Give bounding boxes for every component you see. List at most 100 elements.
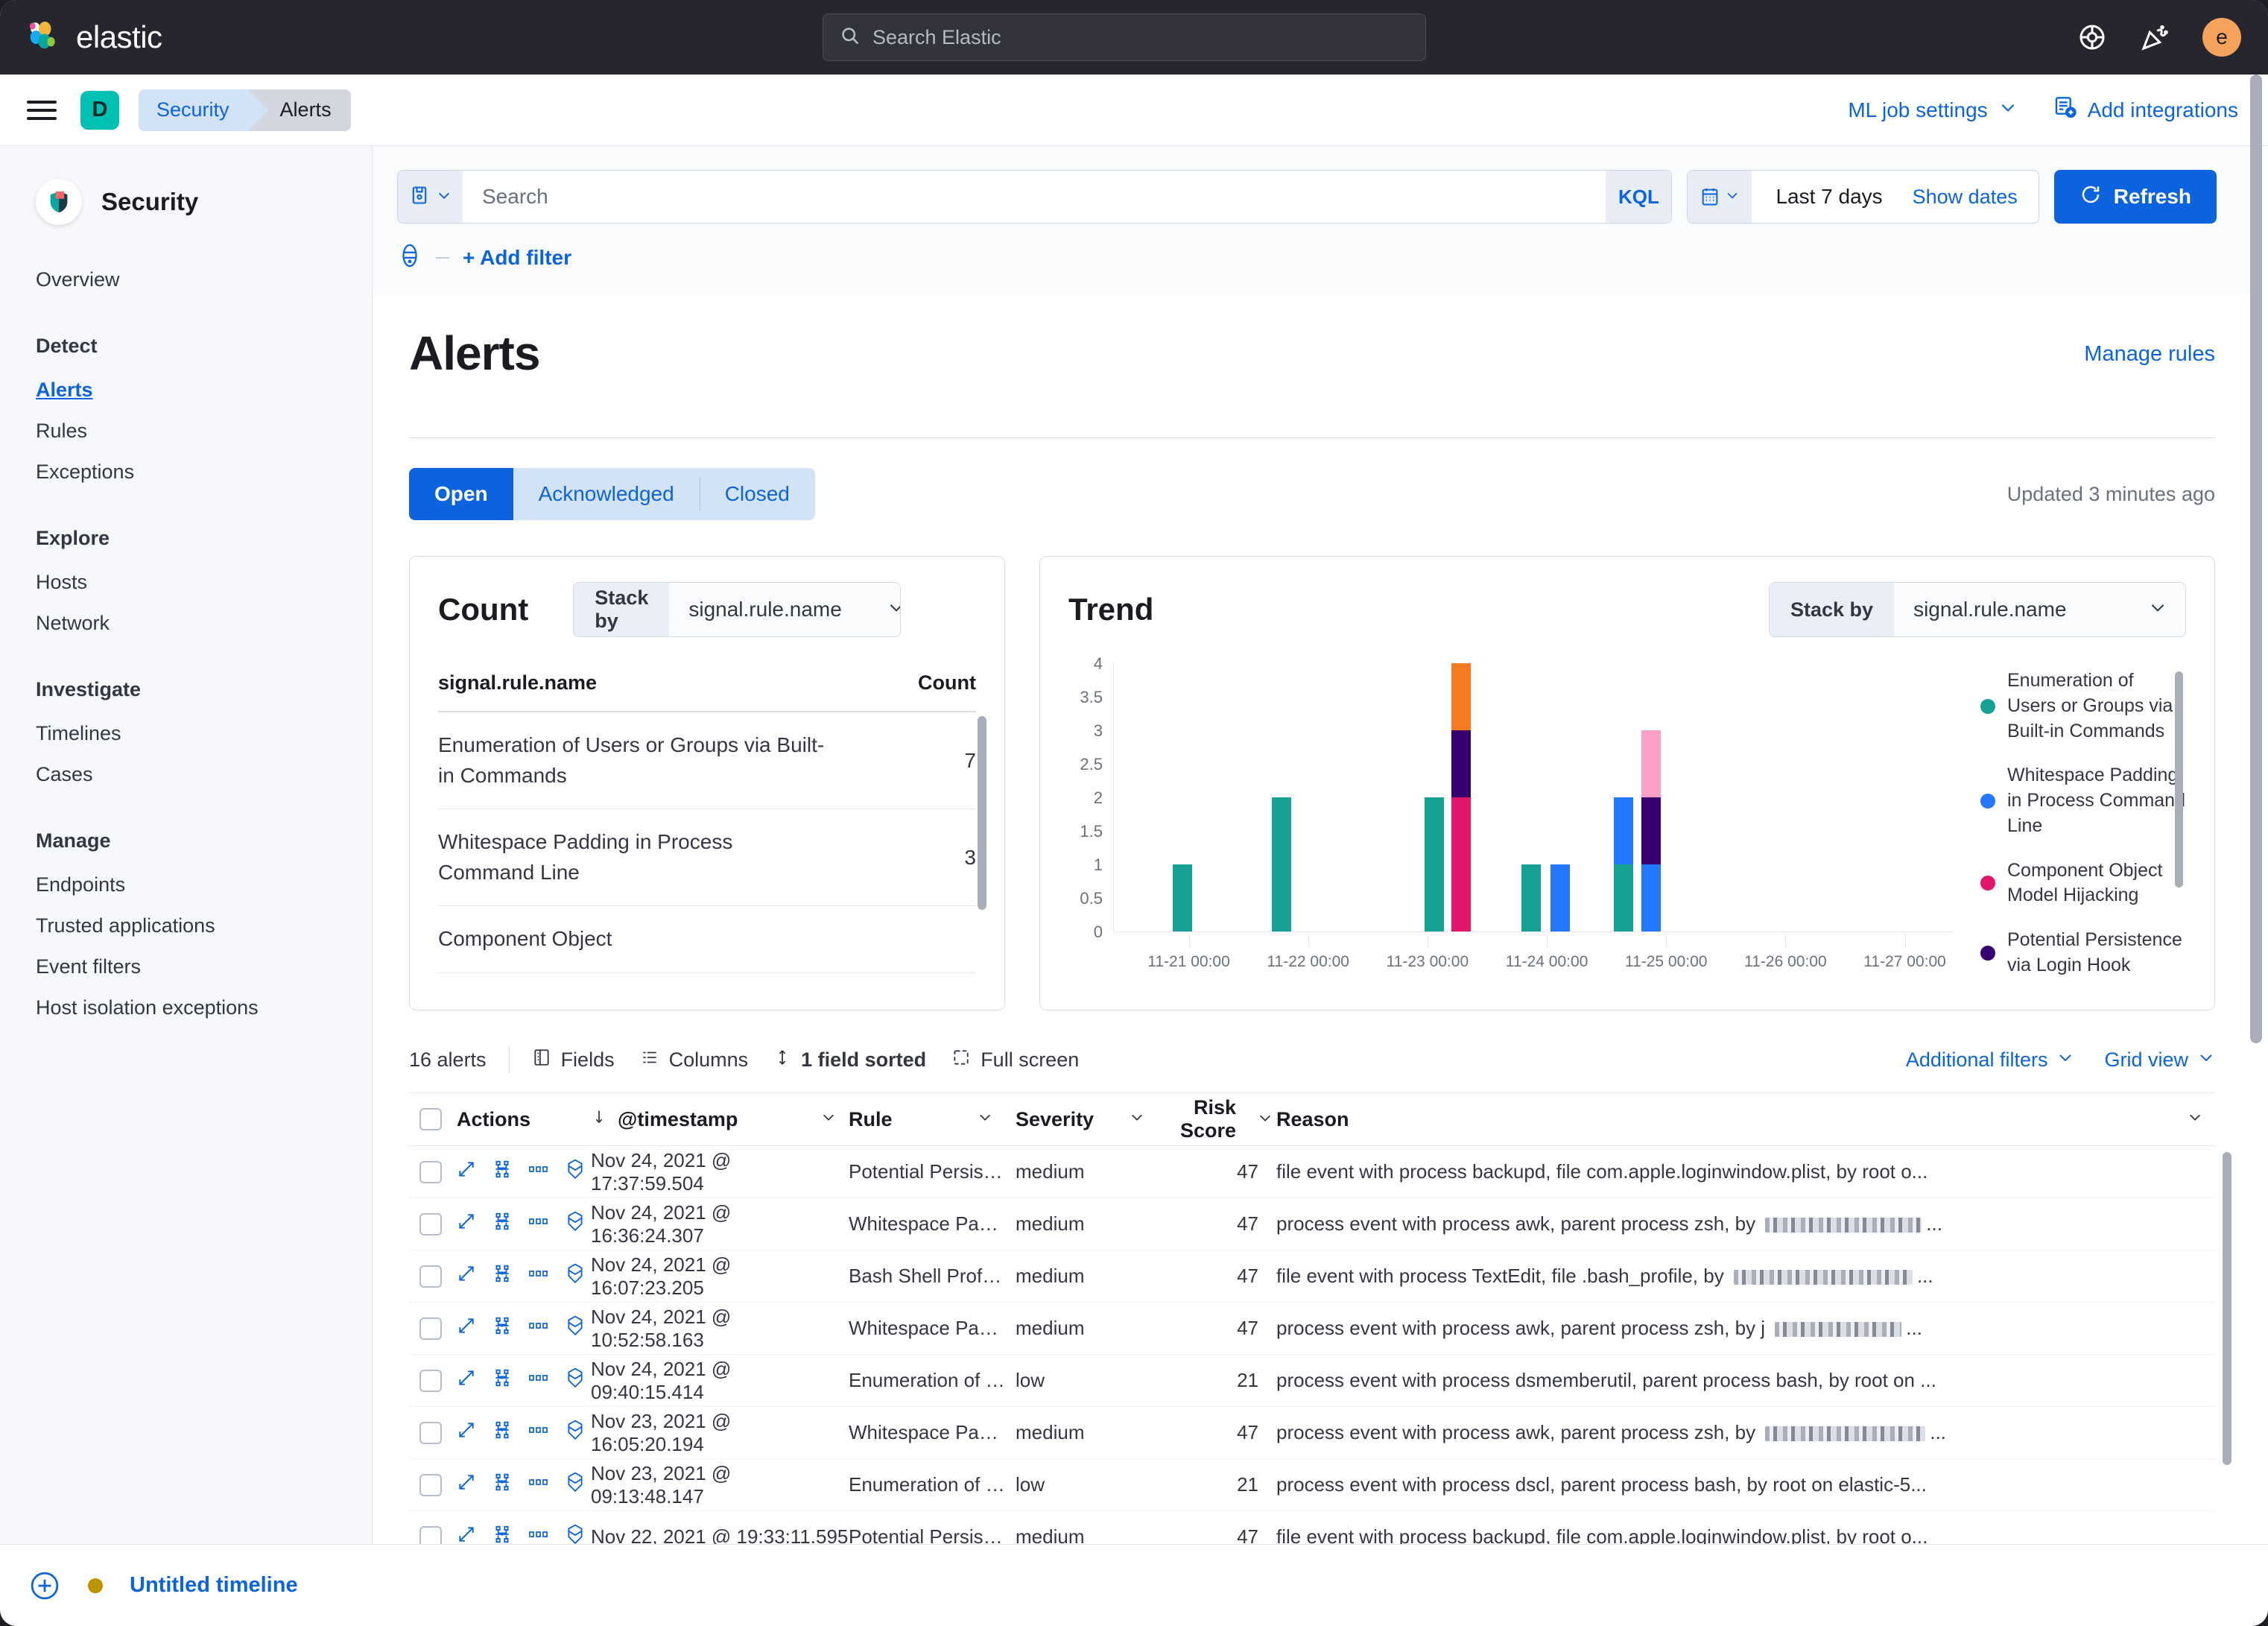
chevron-down-icon[interactable] (1247, 1108, 1273, 1131)
menu-icon[interactable] (27, 95, 57, 125)
fields-button[interactable]: Fields (532, 1048, 615, 1072)
count-table-row[interactable]: Whitespace Padding in Process Command Li… (438, 809, 976, 907)
table-row[interactable]: Nov 23, 2021 @ 09:13:48.147 Enumeration o… (409, 1459, 2215, 1511)
chart-bar[interactable] (1521, 864, 1541, 931)
more-actions-icon[interactable] (528, 1160, 549, 1184)
legend-item[interactable]: Component Object Model Hijacking (1980, 858, 2186, 909)
add-to-timeline-icon[interactable] (566, 1472, 585, 1498)
table-row[interactable]: Nov 24, 2021 @ 09:40:15.414 Enumeration o… (409, 1355, 2215, 1407)
table-row[interactable]: Nov 22, 2021 @ 19:33:11.595 Potential Per… (409, 1511, 2215, 1544)
row-checkbox[interactable] (409, 1369, 457, 1392)
add-to-timeline-icon[interactable] (566, 1367, 585, 1394)
count-table-row[interactable]: Component Object (438, 906, 976, 973)
ml-job-settings-button[interactable]: ML job settings (1848, 98, 2017, 122)
chevron-down-icon[interactable] (977, 1109, 1005, 1130)
add-to-timeline-icon[interactable] (566, 1420, 585, 1446)
columns-button[interactable]: Columns (640, 1048, 748, 1072)
chevron-down-icon[interactable] (1129, 1109, 1157, 1130)
avatar[interactable]: e (2202, 18, 2241, 57)
expand-icon[interactable] (457, 1368, 476, 1393)
manage-rules-link[interactable]: Manage rules (2084, 342, 2215, 367)
legend-item[interactable]: Whitespace Padding in Process Command Li… (1980, 763, 2186, 838)
chart-bar[interactable] (1271, 797, 1291, 931)
count-stack-by-select[interactable]: Stack by signal.rule.name (573, 582, 902, 637)
legend-item[interactable]: Potential Persistence via Login Hook (1980, 928, 2186, 978)
analyze-event-icon[interactable] (492, 1368, 512, 1393)
analyze-event-icon[interactable] (492, 1264, 512, 1288)
expand-icon[interactable] (457, 1420, 476, 1445)
row-checkbox[interactable] (409, 1473, 457, 1496)
sidebar-item-endpoints[interactable]: Endpoints (0, 864, 372, 905)
more-actions-icon[interactable] (528, 1316, 549, 1341)
analyze-event-icon[interactable] (492, 1472, 512, 1497)
breadcrumb-item-security[interactable]: Security (139, 89, 269, 131)
row-checkbox[interactable] (409, 1265, 457, 1288)
search-input[interactable]: Search KQL (463, 170, 1673, 224)
add-to-timeline-icon[interactable] (566, 1315, 585, 1341)
sidebar-item-timelines[interactable]: Timelines (0, 713, 372, 754)
sidebar-item-trusted-applications[interactable]: Trusted applications (0, 905, 372, 946)
sidebar-item-cases[interactable]: Cases (0, 754, 372, 795)
chart-bar[interactable] (1641, 730, 1661, 931)
legend-item[interactable]: Enumeration of Users or Groups via Built… (1980, 668, 2186, 744)
sort-button[interactable]: 1 field sorted (773, 1048, 926, 1072)
trend-stack-by-value[interactable]: signal.rule.name (1894, 583, 2185, 636)
chart-bar[interactable] (1613, 797, 1633, 931)
sidebar-item-hosts[interactable]: Hosts (0, 562, 372, 603)
chart-bar[interactable] (1550, 864, 1571, 931)
count-table-scrollbar[interactable] (978, 716, 986, 910)
global-search-input[interactable]: Search Elastic (823, 13, 1426, 61)
add-to-timeline-icon[interactable] (566, 1211, 585, 1237)
row-checkbox[interactable] (409, 1525, 457, 1544)
date-range-value[interactable]: Last 7 days (1752, 185, 1912, 209)
legend-scrollbar[interactable] (2175, 671, 2183, 888)
announcements-icon[interactable] (2140, 22, 2170, 52)
table-row[interactable]: Nov 24, 2021 @ 16:36:24.307 Whitespace Pa… (409, 1198, 2215, 1250)
show-dates-button[interactable]: Show dates (1913, 186, 2039, 209)
sidebar-item-alerts[interactable]: Alerts (0, 370, 372, 411)
analyze-event-icon[interactable] (492, 1160, 512, 1184)
table-row[interactable]: Nov 23, 2021 @ 16:05:20.194 Whitespace Pa… (409, 1407, 2215, 1459)
count-stack-by-value[interactable]: signal.rule.name (669, 583, 901, 636)
full-screen-button[interactable]: Full screen (951, 1048, 1079, 1072)
select-all-checkbox[interactable] (409, 1108, 457, 1130)
trend-stack-by-select[interactable]: Stack by signal.rule.name (1769, 582, 2186, 637)
tab-acknowledged[interactable]: Acknowledged (513, 468, 700, 520)
expand-icon[interactable] (457, 1160, 476, 1184)
add-to-timeline-icon[interactable] (566, 1263, 585, 1289)
sidebar-item-exceptions[interactable]: Exceptions (0, 452, 372, 493)
sidebar-item-host-isolation-exceptions[interactable]: Host isolation exceptions (0, 987, 372, 1028)
query-language-button[interactable]: KQL (1606, 171, 1672, 223)
expand-icon[interactable] (457, 1525, 476, 1544)
page-scrollbar[interactable] (2250, 75, 2262, 1043)
grid-view-button[interactable]: Grid view (2104, 1048, 2215, 1072)
help-icon[interactable] (2077, 22, 2107, 52)
elastic-logo[interactable]: elastic (25, 19, 162, 55)
analyze-event-icon[interactable] (492, 1525, 512, 1544)
more-actions-icon[interactable] (528, 1525, 549, 1544)
row-checkbox[interactable] (409, 1317, 457, 1340)
add-timeline-icon[interactable] (28, 1569, 61, 1602)
row-checkbox[interactable] (409, 1421, 457, 1444)
sidebar-item-network[interactable]: Network (0, 603, 372, 644)
additional-filters-button[interactable]: Additional filters (1906, 1048, 2075, 1072)
more-actions-icon[interactable] (528, 1420, 549, 1445)
sidebar-item-event-filters[interactable]: Event filters (0, 946, 372, 987)
filter-icon[interactable] (397, 243, 422, 272)
column-header-rule[interactable]: Rule (849, 1108, 1016, 1131)
add-to-timeline-icon[interactable] (566, 1524, 585, 1544)
tab-closed[interactable]: Closed (699, 468, 815, 520)
more-actions-icon[interactable] (528, 1264, 549, 1288)
analyze-event-icon[interactable] (492, 1212, 512, 1236)
table-row[interactable]: Nov 24, 2021 @ 10:52:58.163 Whitespace Pa… (409, 1303, 2215, 1355)
tab-open[interactable]: Open (409, 468, 513, 520)
chevron-down-icon[interactable] (2187, 1109, 2215, 1130)
expand-icon[interactable] (457, 1316, 476, 1341)
chevron-down-icon[interactable] (820, 1109, 849, 1130)
alerts-table-scrollbar[interactable] (2223, 1152, 2231, 1465)
column-header-timestamp[interactable]: @timestamp (591, 1108, 849, 1131)
chart-bar[interactable] (1424, 797, 1444, 931)
expand-icon[interactable] (457, 1472, 476, 1497)
more-actions-icon[interactable] (528, 1368, 549, 1393)
add-integrations-button[interactable]: Add integrations (2053, 95, 2238, 124)
